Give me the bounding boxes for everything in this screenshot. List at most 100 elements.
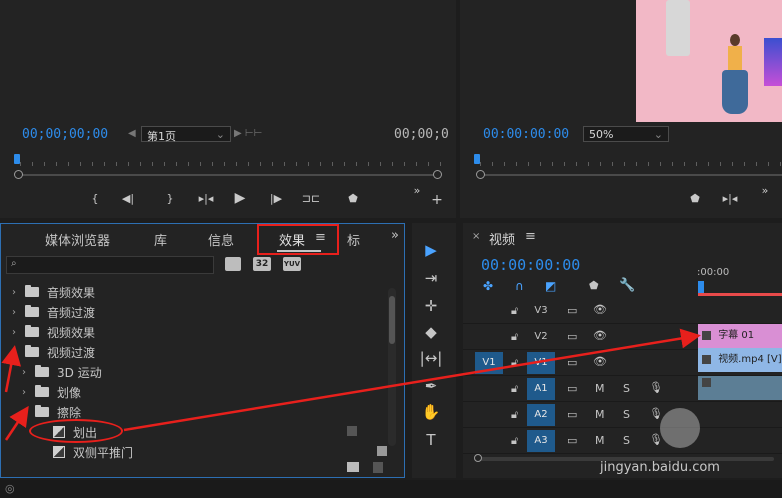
scrub-start-handle[interactable] [14, 170, 23, 179]
track-select-tool-icon[interactable]: ⇥ [418, 267, 444, 289]
lock-icon[interactable]: 🔓︎ [511, 356, 518, 370]
tree-item-iris[interactable]: › 划像 [19, 382, 81, 402]
zoom-dropdown[interactable]: 50% ⌄ [583, 126, 669, 142]
scrub-start-handle[interactable] [476, 170, 485, 179]
chevron-right-icon[interactable]: › [19, 367, 29, 378]
audio-clip[interactable] [698, 376, 782, 400]
title-clip[interactable]: 字幕 01 [698, 324, 782, 348]
program-scrubber[interactable] [480, 174, 782, 176]
chevron-right-icon[interactable]: › [9, 307, 19, 318]
track-label[interactable]: A2 [527, 404, 555, 426]
pen-tool-icon[interactable]: ✒ [418, 375, 444, 397]
chevron-right-icon[interactable]: › [9, 327, 19, 338]
eye-icon[interactable]: 👁︎ [593, 329, 607, 342]
go-to-in-icon[interactable]: ▸|◂ [720, 192, 740, 205]
marker-icon[interactable]: ⬟ [688, 192, 702, 205]
linked-selection-icon[interactable]: ∩ [515, 279, 524, 293]
marker-icon[interactable]: ⬟ [346, 192, 360, 205]
sync-lock-icon[interactable]: ▭ [567, 408, 577, 421]
prev-page-icon[interactable]: ◀ [128, 128, 136, 139]
lock-icon[interactable]: 🔓︎ [511, 408, 518, 422]
menu-icon[interactable]: ≡ [315, 230, 326, 245]
type-tool-icon[interactable]: T [418, 429, 444, 451]
tab-media-browser[interactable]: 媒体浏览器 [45, 230, 110, 249]
accelerated-effects-icon[interactable] [225, 257, 241, 271]
solo-button[interactable]: S [623, 382, 630, 395]
scrub-end-handle[interactable] [433, 170, 442, 179]
lock-icon[interactable]: 🔓︎ [511, 330, 518, 344]
next-page-icon[interactable]: ▶ ⊢⊢ [234, 128, 262, 139]
source-ruler[interactable] [14, 152, 444, 166]
tab-library[interactable]: 库 [154, 230, 167, 249]
video-clip[interactable]: 视频.mp4 [V] [698, 348, 782, 372]
tab-captions[interactable]: 标 [347, 230, 360, 249]
play-icon[interactable]: ▶ [232, 190, 248, 206]
search-input[interactable] [25, 258, 209, 272]
insert-icon[interactable]: ⊐⊏ [300, 192, 322, 205]
scroll-thumb[interactable] [389, 296, 395, 344]
source-timecode[interactable]: 00;00;00;00 [22, 127, 108, 142]
tab-info[interactable]: 信息 [208, 230, 234, 249]
add-button-icon[interactable]: + [430, 192, 444, 208]
work-area-bar[interactable] [698, 293, 782, 296]
source-patch-v1[interactable]: V1 [475, 352, 503, 374]
new-bin-icon[interactable] [347, 462, 359, 472]
sequence-timecode[interactable]: 00:00:00:00 [481, 256, 580, 274]
eye-icon[interactable]: 👁︎ [593, 355, 607, 368]
menu-icon[interactable]: ≡ [525, 229, 536, 244]
track-label[interactable]: V3 [527, 300, 555, 322]
tree-item-audio-transitions[interactable]: › 音频过渡 [9, 302, 95, 322]
razor-tool-icon[interactable]: ◆ [418, 321, 444, 343]
lock-icon[interactable]: 🔓︎ [511, 382, 518, 396]
delete-icon[interactable] [373, 462, 383, 473]
panel-overflow-icon[interactable]: » [391, 228, 399, 243]
chevron-down-icon[interactable]: ⌄ [19, 407, 29, 418]
tree-item-video-transitions[interactable]: ⌄ 视频过渡 [9, 342, 95, 362]
program-timecode[interactable]: 00:00:00:00 [483, 127, 569, 142]
chevron-right-icon[interactable]: › [19, 387, 29, 398]
search-box[interactable]: ⌕ [6, 256, 214, 274]
marker-icon[interactable]: ⬟ [589, 279, 599, 292]
sync-lock-icon[interactable]: ▭ [567, 330, 577, 343]
track-label[interactable]: A3 [527, 430, 555, 452]
sync-lock-icon[interactable]: ▭ [567, 434, 577, 447]
step-forward-icon[interactable]: |▶ [268, 192, 284, 205]
sequence-title[interactable]: 视频 [489, 229, 515, 248]
lock-icon[interactable]: 🔓︎ [511, 434, 518, 448]
tree-item-barn-doors[interactable]: 双侧平推门 [53, 442, 133, 462]
tree-item-3d-motion[interactable]: › 3D 运动 [19, 362, 102, 382]
source-scrubber[interactable] [18, 174, 438, 176]
slip-tool-icon[interactable]: |↔| [418, 347, 444, 369]
tree-item-video-effects[interactable]: › 视频效果 [9, 322, 95, 342]
sync-lock-icon[interactable]: ▭ [567, 356, 577, 369]
step-back-icon[interactable]: ◀| [120, 192, 136, 205]
scroll-start-handle[interactable] [474, 454, 482, 462]
page-dropdown[interactable]: 第1页 ⌄ [141, 126, 231, 143]
hand-tool-icon[interactable]: ✋ [418, 401, 444, 423]
go-to-in-icon[interactable]: ▸|◂ [196, 192, 216, 205]
ripple-edit-tool-icon[interactable]: ✛ [418, 295, 444, 317]
mark-out-icon[interactable]: } [163, 192, 177, 205]
more-controls-icon[interactable]: » [410, 184, 424, 197]
track-label[interactable]: V1 [527, 352, 555, 374]
snap-icon[interactable]: ✤ [483, 279, 493, 293]
close-icon[interactable]: × [472, 231, 480, 242]
timeline-playhead[interactable] [698, 281, 704, 293]
wrench-icon[interactable]: 🔧 [619, 278, 635, 293]
sync-lock-icon[interactable]: ▭ [567, 382, 577, 395]
mute-button[interactable]: M [595, 382, 605, 395]
microphone-icon[interactable]: 🎙︎ [649, 381, 663, 394]
tree-scrollbar[interactable] [388, 288, 396, 446]
more-controls-icon[interactable]: » [758, 184, 772, 197]
lock-icon[interactable]: 🔓︎ [511, 304, 518, 318]
add-marker-icon[interactable]: ◩ [545, 279, 556, 293]
tree-item-audio-effects[interactable]: › 音频效果 [9, 282, 95, 302]
selection-tool-icon[interactable]: ▶ [418, 239, 444, 261]
sync-lock-icon[interactable]: ▭ [567, 304, 577, 317]
track-label[interactable]: V2 [527, 326, 555, 348]
program-ruler[interactable] [474, 152, 782, 166]
tab-effects[interactable]: 效果 ≡ [257, 224, 339, 255]
eye-icon[interactable]: 👁︎ [593, 303, 607, 316]
32-bit-filter-badge[interactable]: 32 [253, 257, 271, 271]
chevron-down-icon[interactable]: ⌄ [9, 347, 19, 358]
